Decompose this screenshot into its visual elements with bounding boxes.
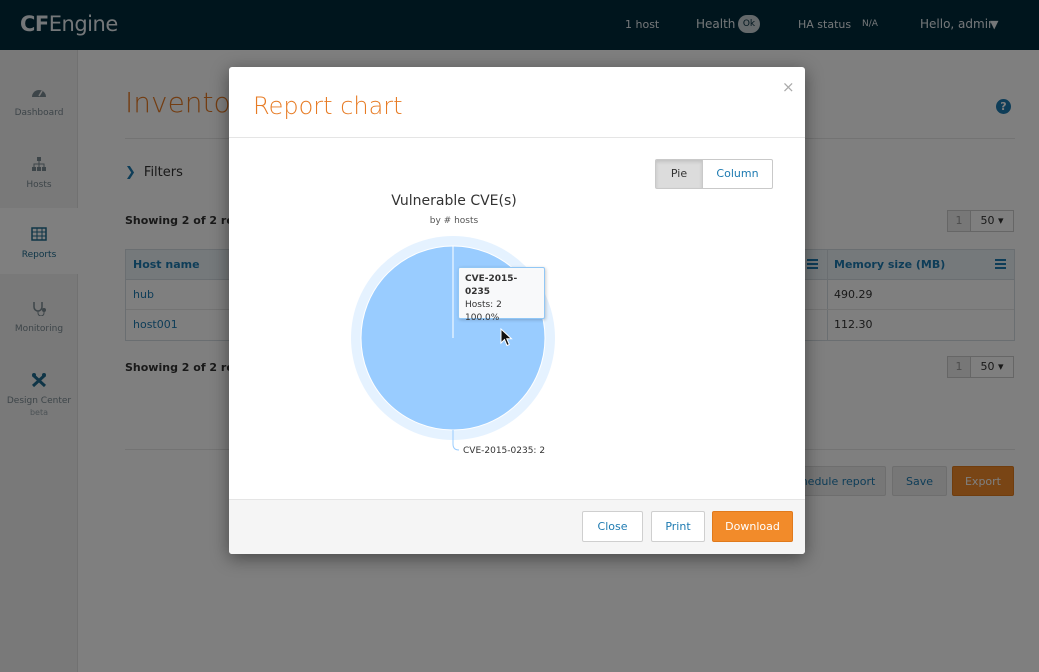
tooltip-percent: 100.0% [465,313,500,323]
mouse-cursor-icon [500,328,513,347]
close-icon[interactable]: × [782,78,795,96]
pie-data-label: CVE-2015-0235: 2 [463,446,545,456]
modal-title: Report chart [253,92,403,120]
report-chart-modal: Report chart × Pie Column Vulnerable CVE… [229,67,805,554]
column-toggle-button[interactable]: Column [702,159,773,189]
chart-title: Vulnerable CVE(s) [391,193,517,209]
print-button[interactable]: Print [651,511,705,542]
close-button[interactable]: Close [582,511,643,542]
download-button[interactable]: Download [712,511,793,542]
chart-tooltip: CVE-2015-0235 Hosts: 2 100.0% [458,267,545,323]
tooltip-series-name: CVE-2015-0235 [465,274,518,297]
chart-subtitle: by # hosts [429,216,479,226]
tooltip-hosts: Hosts: 2 [465,300,502,310]
pie-toggle-button[interactable]: Pie [655,159,703,189]
divider [229,137,805,138]
modal-footer: Close Print Download [229,500,805,554]
